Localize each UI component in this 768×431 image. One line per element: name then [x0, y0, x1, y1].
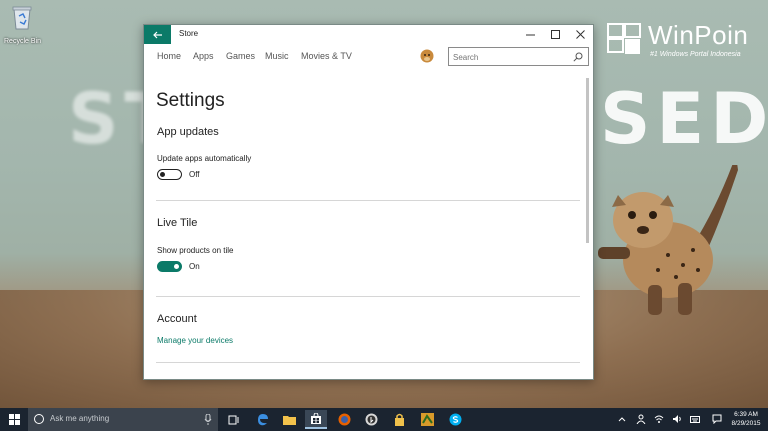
- update-apps-label: Update apps automatically: [157, 154, 252, 163]
- settings-page: Settings App updates Update apps automat…: [144, 72, 593, 379]
- show-products-label: Show products on tile: [157, 246, 234, 255]
- nav-movies-tv[interactable]: Movies & TV: [301, 51, 352, 61]
- media-icon[interactable]: [360, 410, 382, 429]
- cortana-search-box[interactable]: Ask me anything: [28, 408, 218, 431]
- action-center-icon[interactable]: [712, 414, 722, 424]
- search-input[interactable]: [453, 51, 563, 63]
- nav-music[interactable]: Music: [265, 51, 289, 61]
- wallpaper-text-right: SED: [600, 78, 768, 160]
- cortana-search-input[interactable]: Ask me anything: [50, 414, 109, 423]
- lock-icon[interactable]: [388, 410, 410, 429]
- manage-devices-link[interactable]: Manage your devices: [157, 336, 233, 345]
- clock-time: 6:39 AM: [734, 411, 758, 418]
- app-updates-heading: App updates: [157, 126, 219, 138]
- start-button[interactable]: [0, 408, 28, 431]
- brand-tagline: #1 Windows Portal Indonesia: [650, 51, 741, 58]
- page-title: Settings: [156, 90, 225, 111]
- close-button[interactable]: [568, 25, 593, 44]
- scrollbar-thumb[interactable]: [586, 78, 589, 243]
- winpoin-watermark: WinPoin #1 Windows Portal Indonesia: [606, 20, 766, 70]
- show-products-state: On: [189, 262, 200, 271]
- back-button[interactable]: [144, 25, 171, 44]
- minimize-icon: [526, 34, 535, 36]
- winpoin-logo-icon: [607, 23, 641, 54]
- account-heading: Account: [157, 313, 197, 325]
- nav-apps[interactable]: Apps: [193, 51, 214, 61]
- toggle-knob: [174, 263, 179, 269]
- brand-name: WinPoin: [648, 20, 749, 50]
- store-window: Store Home Apps Games Music Movies & TV: [143, 24, 594, 380]
- network-icon[interactable]: [654, 414, 664, 424]
- store-nav-bar: Home Apps Games Music Movies & TV: [144, 44, 593, 72]
- edge-icon[interactable]: [251, 410, 273, 429]
- window-title: Store: [179, 29, 199, 38]
- back-arrow-icon: [152, 31, 162, 38]
- firefox-icon[interactable]: [333, 410, 355, 429]
- file-explorer-icon[interactable]: [278, 410, 300, 429]
- cortana-icon: [34, 414, 44, 424]
- minimize-button[interactable]: [518, 25, 543, 44]
- search-box[interactable]: [448, 47, 589, 66]
- people-icon[interactable]: [636, 414, 646, 424]
- search-icon[interactable]: [573, 52, 583, 62]
- show-products-toggle[interactable]: [157, 261, 182, 272]
- windows-logo-icon: [8, 414, 20, 425]
- update-apps-toggle[interactable]: [157, 169, 182, 180]
- recycle-bin-label: Recycle Bin: [4, 38, 41, 45]
- user-avatar[interactable]: [420, 49, 434, 63]
- divider: [156, 362, 580, 363]
- recycle-bin-shortcut[interactable]: Recycle Bin: [4, 4, 41, 45]
- chevron-up-icon[interactable]: [617, 414, 627, 424]
- clock-date: 8/29/2015: [731, 420, 761, 427]
- keyboard-icon[interactable]: [690, 414, 700, 424]
- taskbar-clock[interactable]: 6:39 AM 8/29/2015: [726, 410, 766, 428]
- divider: [156, 296, 580, 297]
- winamp-icon[interactable]: [416, 410, 438, 429]
- skype-icon[interactable]: [444, 410, 466, 429]
- nav-home[interactable]: Home: [157, 51, 181, 61]
- maximize-icon: [551, 30, 560, 39]
- close-icon: [576, 30, 585, 39]
- toggle-knob: [160, 171, 165, 177]
- volume-icon[interactable]: [672, 414, 682, 424]
- live-tile-heading: Live Tile: [157, 217, 198, 229]
- nav-games[interactable]: Games: [226, 51, 255, 61]
- microphone-icon[interactable]: [204, 414, 212, 425]
- task-view-icon[interactable]: [223, 410, 245, 429]
- store-icon[interactable]: [305, 410, 327, 429]
- cheetah-cub-image: [598, 165, 738, 315]
- taskbar: Ask me anything 6:39 AM 8/29/2015: [0, 408, 768, 431]
- divider: [156, 200, 580, 201]
- title-bar[interactable]: Store: [144, 25, 593, 44]
- update-apps-state: Off: [189, 170, 200, 179]
- maximize-button[interactable]: [543, 25, 568, 44]
- recycle-bin-icon: [12, 6, 32, 30]
